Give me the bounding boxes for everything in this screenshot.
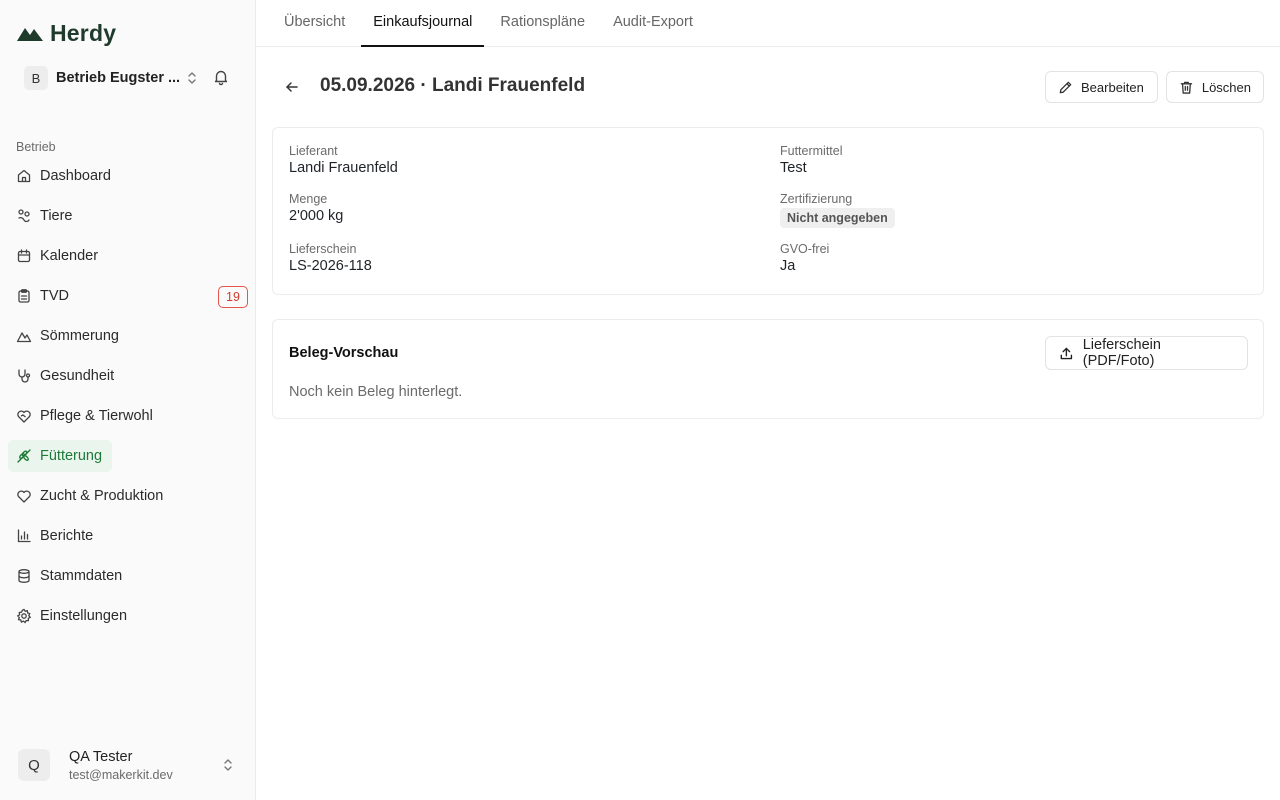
- gmo-free-field: GVO-frei Ja: [780, 242, 829, 274]
- sidebar-item-berichte[interactable]: Berichte: [8, 520, 248, 552]
- sidebar-item-label: Sömmerung: [40, 328, 119, 344]
- upload-button-label: Lieferschein (PDF/Foto): [1082, 337, 1161, 369]
- user-email: test@makerkit.dev: [69, 767, 173, 782]
- app-name: Herdy: [50, 19, 117, 46]
- delete-button[interactable]: Löschen: [1166, 71, 1264, 103]
- gmo-free-value: Ja: [780, 258, 796, 274]
- sidebar-item-pflege-tierwohl[interactable]: Pflege & Tierwohl: [8, 400, 248, 432]
- stethoscope-icon: [18, 369, 31, 383]
- sidebar-item-label: Kalender: [40, 248, 99, 264]
- home-icon: [17, 169, 31, 183]
- preview-title: Beleg-Vorschau: [289, 345, 399, 361]
- clipboard-icon: [18, 289, 30, 303]
- quantity-field: Menge 2'000 kg: [289, 192, 343, 224]
- receipt-preview-card: Beleg-Vorschau Lieferschein (PDF/Foto) N…: [272, 319, 1264, 419]
- tvd-count-badge: 19: [218, 286, 248, 308]
- sidebar-item-einstellungen[interactable]: Einstellungen: [8, 600, 248, 632]
- quantity-label: Menge: [289, 192, 328, 206]
- upload-delivery-note-button[interactable]: Lieferschein (PDF/Foto): [1045, 336, 1248, 370]
- org-switcher[interactable]: B Betrieb Eugster ...: [16, 62, 208, 94]
- feed-value: Test: [780, 160, 807, 176]
- sidebar-item-zucht-produktion[interactable]: Zucht & Produktion: [8, 480, 248, 512]
- sidebar-item-fuetterung[interactable]: Fütterung: [8, 440, 112, 472]
- back-button[interactable]: [282, 76, 302, 98]
- certification-badge: Nicht angegeben: [780, 208, 895, 228]
- tab-audit-export[interactable]: Audit-Export: [601, 0, 705, 46]
- sidebar-item-kalender[interactable]: Kalender: [8, 240, 248, 272]
- sidebar-item-label: TVD: [40, 288, 69, 304]
- page-title: 05.09.2026 · Landi Frauenfeld: [320, 75, 586, 96]
- sidebar-item-label: Dashboard: [40, 168, 111, 184]
- chevrons-up-down-icon: [188, 72, 196, 84]
- feeding-tabs: Übersicht Einkaufsjournal Rationspläne A…: [256, 0, 1280, 47]
- arrow-left-icon: [286, 82, 298, 92]
- sidebar-item-label: Pflege & Tierwohl: [40, 408, 153, 424]
- user-menu[interactable]: Q QA Tester test@makerkit.dev: [8, 737, 246, 793]
- gmo-free-label: GVO-frei: [780, 242, 830, 256]
- tab-einkaufsjournal[interactable]: Einkaufsjournal: [361, 0, 485, 47]
- sidebar-item-tvd[interactable]: TVD 19: [8, 280, 248, 312]
- upload-icon: [1060, 347, 1073, 359]
- delivery-note-value: LS-2026-118: [289, 258, 372, 274]
- bar-chart-icon: [17, 529, 31, 543]
- edit-button-label: Bearbeiten: [1081, 79, 1144, 95]
- sidebar-item-tiere[interactable]: Tiere: [8, 200, 248, 232]
- heart-icon: [17, 490, 31, 503]
- sidebar-item-label: Zucht & Produktion: [40, 488, 164, 504]
- edit-button[interactable]: Bearbeiten: [1045, 71, 1158, 103]
- chevrons-up-down-icon: [224, 759, 232, 771]
- user-avatar: Q: [18, 749, 50, 781]
- feed-field: Futtermittel Test: [780, 144, 843, 176]
- supplier-label: Lieferant: [289, 144, 338, 158]
- no-receipt-message: Noch kein Beleg hinterlegt.: [289, 384, 463, 400]
- heart-handshake-icon: [17, 410, 31, 423]
- mountain-icon: [16, 332, 32, 343]
- sidebar-item-label: Einstellungen: [40, 608, 128, 624]
- sidebar-item-soemmerung[interactable]: Sömmerung: [8, 320, 248, 352]
- sidebar-item-label: Stammdaten: [40, 568, 123, 584]
- nav-section-label: Betrieb: [16, 140, 56, 154]
- org-avatar: B: [24, 66, 48, 90]
- tab-rationsplaene[interactable]: Rationspläne: [488, 0, 597, 46]
- tab-uebersicht[interactable]: Übersicht: [272, 0, 357, 46]
- sidebar-item-stammdaten[interactable]: Stammdaten: [8, 560, 248, 592]
- user-name: QA Tester: [69, 748, 133, 765]
- sidebar-nav: Dashboard Tiere Kalender TVD 19 Sömmerun…: [8, 160, 248, 640]
- supplier-field: Lieferant Landi Frauenfeld: [289, 144, 398, 176]
- supplier-value: Landi Frauenfeld: [289, 160, 398, 176]
- calendar-icon: [17, 249, 31, 263]
- delivery-note-field: Lieferschein LS-2026-118: [289, 242, 372, 274]
- mountain-logo-icon: [17, 28, 43, 41]
- delete-button-label: Löschen: [1201, 79, 1251, 95]
- delivery-note-label: Lieferschein: [289, 242, 357, 256]
- quantity-value: 2'000 kg: [289, 208, 344, 224]
- sidebar-item-dashboard[interactable]: Dashboard: [8, 160, 248, 192]
- certification-field: Zertifizierung Nicht angegeben: [780, 192, 895, 228]
- feed-label: Futtermittel: [780, 144, 843, 158]
- certification-label: Zertifizierung: [780, 192, 853, 206]
- sidebar-item-label: Fütterung: [40, 448, 103, 464]
- sidebar-item-gesundheit[interactable]: Gesundheit: [8, 360, 248, 392]
- app-logo[interactable]: Herdy: [16, 18, 116, 48]
- org-name: Betrieb Eugster ...: [56, 70, 181, 86]
- animal-icon: [18, 209, 30, 223]
- sidebar-item-label: Berichte: [40, 528, 94, 544]
- database-icon: [18, 569, 30, 583]
- wheat-icon: [17, 449, 31, 463]
- bell-icon[interactable]: [212, 68, 230, 86]
- sidebar-item-label: Gesundheit: [40, 368, 115, 384]
- sidebar: Herdy B Betrieb Eugster ... Betrieb Dash…: [0, 0, 256, 800]
- gear-icon: [16, 608, 32, 624]
- user-info: QA Tester test@makerkit.dev: [69, 749, 173, 782]
- pencil-icon: [1059, 81, 1072, 93]
- trash-icon: [1180, 81, 1193, 94]
- purchase-details-card: Lieferant Landi Frauenfeld Futtermittel …: [272, 127, 1264, 295]
- sidebar-item-label: Tiere: [40, 208, 73, 224]
